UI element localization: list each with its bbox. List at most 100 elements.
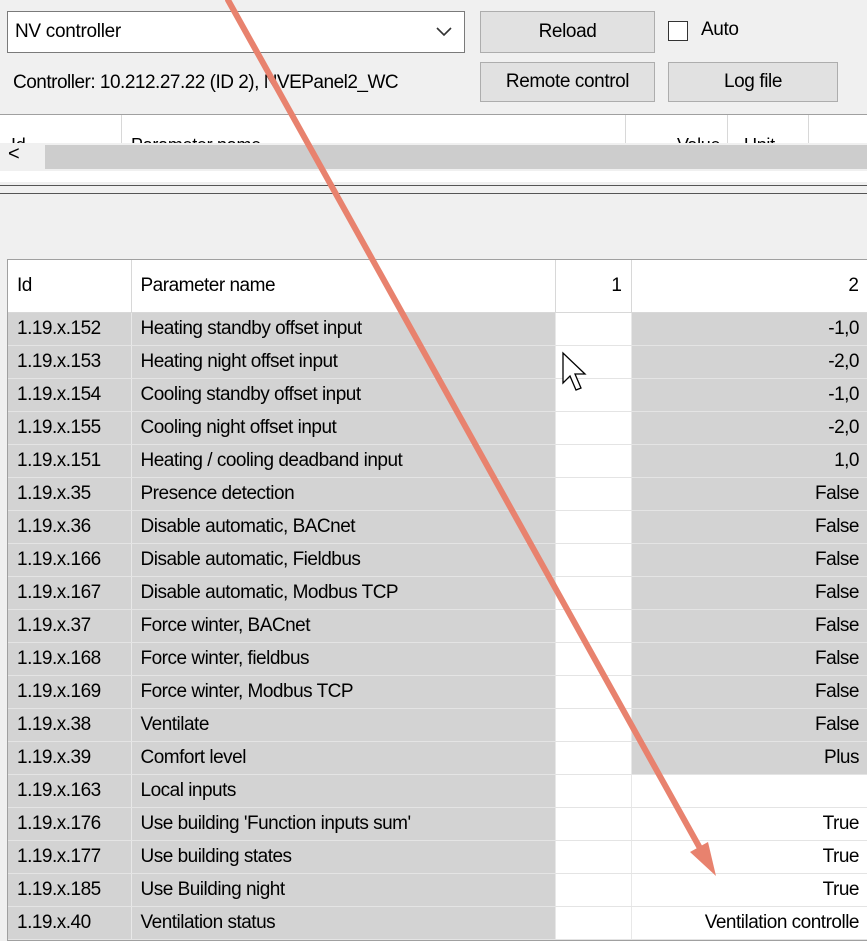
cell-value-1[interactable] <box>555 774 632 808</box>
cell-parameter-name[interactable]: Use building 'Function inputs sum' <box>131 807 556 841</box>
cell-value-2[interactable]: False <box>631 543 867 577</box>
cell-value-2[interactable]: Plus <box>631 741 867 775</box>
horizontal-scrollbar[interactable]: < <box>0 143 867 171</box>
cell-parameter-name[interactable]: Cooling standby offset input <box>131 378 556 412</box>
cell-value-2[interactable]: False <box>631 510 867 544</box>
cell-value-2[interactable]: False <box>631 675 867 709</box>
cell-id[interactable]: 1.19.x.154 <box>8 378 132 412</box>
cell-parameter-name[interactable]: Heating / cooling deadband input <box>131 444 556 478</box>
cell-parameter-name[interactable]: Cooling night offset input <box>131 411 556 445</box>
cell-parameter-name[interactable]: Heating standby offset input <box>131 312 556 346</box>
table-row[interactable]: 1.19.x.155 Cooling night offset input -2,0 <box>8 411 867 445</box>
cell-id[interactable]: 1.19.x.169 <box>8 675 132 709</box>
table-row[interactable]: 1.19.x.167 Disable automatic, Modbus TCP F… <box>8 576 867 610</box>
cell-id[interactable]: 1.19.x.166 <box>8 543 132 577</box>
cell-value-2[interactable]: -1,0 <box>631 312 867 346</box>
cell-parameter-name[interactable]: Disable automatic, Fieldbus <box>131 543 556 577</box>
cell-value-1[interactable] <box>555 543 632 577</box>
cell-value-1[interactable] <box>555 675 632 709</box>
column-header-id[interactable]: Id <box>8 260 132 313</box>
cell-value-2[interactable]: False <box>631 477 867 511</box>
cell-value-2[interactable]: False <box>631 576 867 610</box>
table-row[interactable]: 1.19.x.177 Use building states True <box>8 840 867 874</box>
cell-value-1[interactable] <box>555 741 632 775</box>
cell-value-2[interactable]: -2,0 <box>631 345 867 379</box>
controller-values-grid[interactable]: Id Parameter name 1 2 1.19.x.152 Heating … <box>7 259 867 941</box>
cell-id[interactable]: 1.19.x.37 <box>8 609 132 643</box>
cell-value-2[interactable]: False <box>631 609 867 643</box>
cell-value-1[interactable] <box>555 576 632 610</box>
table-row[interactable]: 1.19.x.166 Disable automatic, Fieldbus Fal… <box>8 543 867 577</box>
cell-parameter-name[interactable]: Local inputs <box>131 774 556 808</box>
auto-checkbox[interactable] <box>668 21 688 41</box>
cell-parameter-name[interactable]: Force winter, BACnet <box>131 609 556 643</box>
cell-parameter-name[interactable]: Presence detection <box>131 477 556 511</box>
scrollbar-thumb[interactable] <box>45 145 867 169</box>
table-row[interactable]: 1.19.x.35 Presence detection False <box>8 477 867 511</box>
cell-value-1[interactable] <box>555 807 632 841</box>
cell-id[interactable]: 1.19.x.152 <box>8 312 132 346</box>
cell-parameter-name[interactable]: Force winter, Modbus TCP <box>131 675 556 709</box>
controller-type-dropdown[interactable]: NV controller <box>7 11 465 53</box>
cell-value-1[interactable] <box>555 873 632 907</box>
table-row[interactable]: 1.19.x.154 Cooling standby offset input -1… <box>8 378 867 412</box>
table-row[interactable]: 1.19.x.39 Comfort level Plus <box>8 741 867 775</box>
table-row[interactable]: 1.19.x.37 Force winter, BACnet False <box>8 609 867 643</box>
log-file-button[interactable]: Log file <box>668 62 838 102</box>
table-row[interactable]: 1.19.x.151 Heating / cooling deadband inp… <box>8 444 867 478</box>
cell-value-2[interactable] <box>631 774 867 808</box>
cell-value-2[interactable]: Ventilation controlle <box>631 906 867 940</box>
cell-value-1[interactable] <box>555 642 632 676</box>
cell-parameter-name[interactable]: Ventilation status <box>131 906 556 940</box>
table-row[interactable]: 1.19.x.38 Ventilate False <box>8 708 867 742</box>
remote-control-button[interactable]: Remote control <box>480 62 655 102</box>
cell-parameter-name[interactable]: Disable automatic, BACnet <box>131 510 556 544</box>
cell-id[interactable]: 1.19.x.163 <box>8 774 132 808</box>
cell-id[interactable]: 1.19.x.35 <box>8 477 132 511</box>
cell-id[interactable]: 1.19.x.38 <box>8 708 132 742</box>
cell-parameter-name[interactable]: Force winter, fieldbus <box>131 642 556 676</box>
cell-value-2[interactable]: -2,0 <box>631 411 867 445</box>
table-row[interactable]: 1.19.x.168 Force winter, fieldbus False <box>8 642 867 676</box>
cell-id[interactable]: 1.19.x.36 <box>8 510 132 544</box>
table-row[interactable]: 1.19.x.169 Force winter, Modbus TCP False <box>8 675 867 709</box>
cell-parameter-name[interactable]: Disable automatic, Modbus TCP <box>131 576 556 610</box>
table-row[interactable]: 1.19.x.176 Use building 'Function inputs … <box>8 807 867 841</box>
cell-value-1[interactable] <box>555 906 632 940</box>
column-header-controller-1[interactable]: 1 <box>555 260 632 313</box>
cell-value-1[interactable] <box>555 840 632 874</box>
cell-parameter-name[interactable]: Use Building night <box>131 873 556 907</box>
column-header-parameter-name[interactable]: Parameter name <box>131 260 556 313</box>
cell-value-1[interactable] <box>555 444 632 478</box>
table-row[interactable]: 1.19.x.163 Local inputs <box>8 774 867 808</box>
cell-value-2[interactable]: -1,0 <box>631 378 867 412</box>
cell-value-2[interactable]: True <box>631 873 867 907</box>
table-row[interactable]: 1.19.x.153 Heating night offset input -2,0 <box>8 345 867 379</box>
column-header-controller-2[interactable]: 2 <box>631 260 867 313</box>
cell-value-1[interactable] <box>555 411 632 445</box>
cell-value-1[interactable] <box>555 708 632 742</box>
table-row[interactable]: 1.19.x.40 Ventilation status Ventilation c… <box>8 906 867 940</box>
cell-id[interactable]: 1.19.x.153 <box>8 345 132 379</box>
cell-value-2[interactable]: 1,0 <box>631 444 867 478</box>
cell-value-2[interactable]: True <box>631 840 867 874</box>
cell-id[interactable]: 1.19.x.155 <box>8 411 132 445</box>
cell-value-1[interactable] <box>555 378 632 412</box>
table-row[interactable]: 1.19.x.152 Heating standby offset input -1… <box>8 312 867 346</box>
cell-id[interactable]: 1.19.x.176 <box>8 807 132 841</box>
reload-button[interactable]: Reload <box>480 11 655 53</box>
cell-value-1[interactable] <box>555 477 632 511</box>
cell-value-2[interactable]: False <box>631 642 867 676</box>
cell-value-1[interactable] <box>555 510 632 544</box>
cell-id[interactable]: 1.19.x.185 <box>8 873 132 907</box>
cell-value-2[interactable]: False <box>631 708 867 742</box>
cell-value-2[interactable]: True <box>631 807 867 841</box>
cell-value-1[interactable] <box>555 609 632 643</box>
cell-id[interactable]: 1.19.x.39 <box>8 741 132 775</box>
cell-id[interactable]: 1.19.x.40 <box>8 906 132 940</box>
cell-id[interactable]: 1.19.x.177 <box>8 840 132 874</box>
cell-parameter-name[interactable]: Use building states <box>131 840 556 874</box>
cell-id[interactable]: 1.19.x.168 <box>8 642 132 676</box>
cell-parameter-name[interactable]: Ventilate <box>131 708 556 742</box>
cell-parameter-name[interactable]: Comfort level <box>131 741 556 775</box>
